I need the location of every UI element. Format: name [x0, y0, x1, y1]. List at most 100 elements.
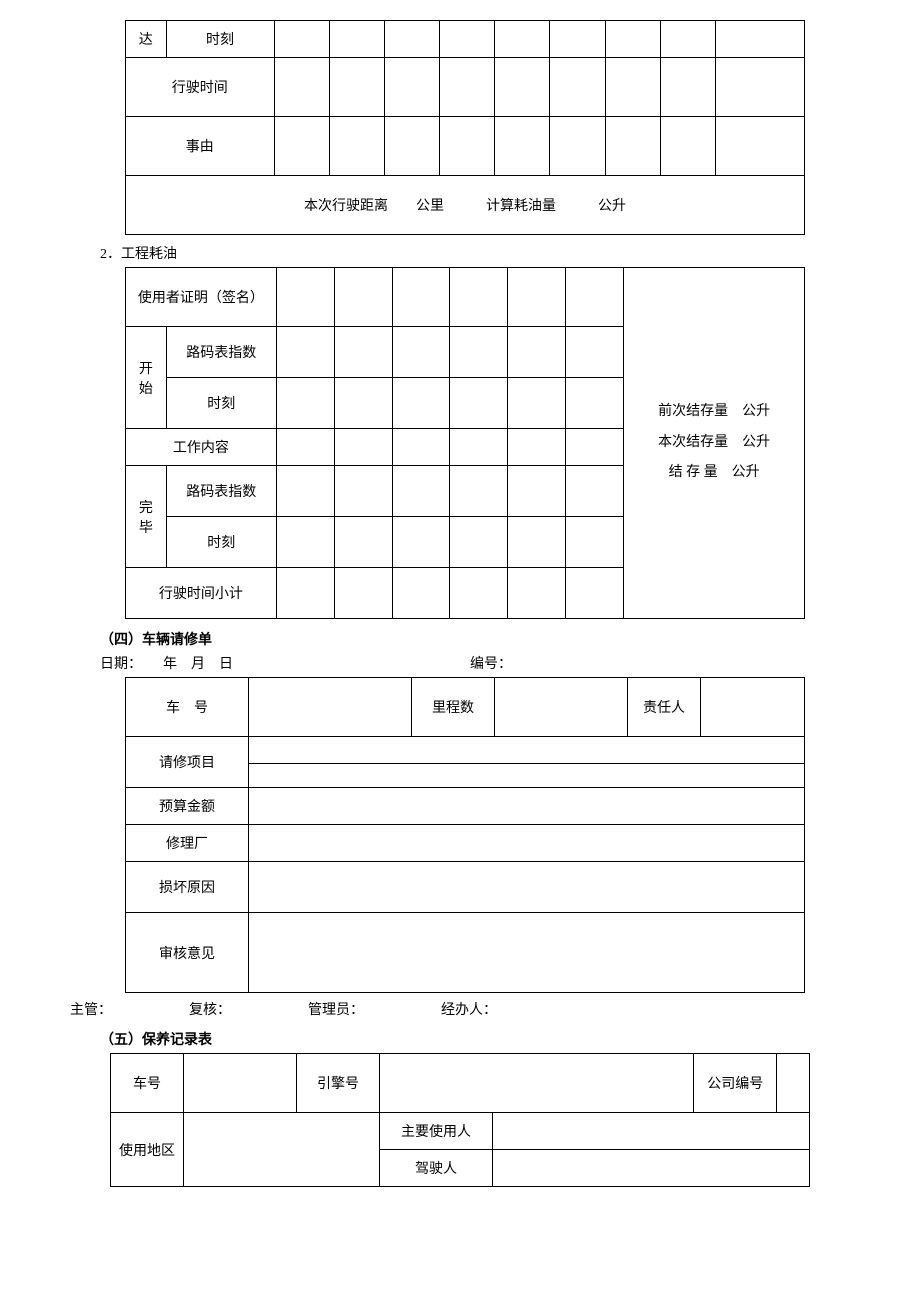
- xingshi-shijian-label: 行驶时间: [126, 58, 275, 117]
- section4-heading: （五）保养记录表: [100, 1029, 850, 1049]
- shenhe-value[interactable]: [249, 913, 805, 993]
- cell[interactable]: [450, 378, 508, 429]
- cell[interactable]: [392, 517, 450, 568]
- cell[interactable]: [276, 268, 334, 327]
- shiyong-diqu-value[interactable]: [184, 1113, 380, 1187]
- cell[interactable]: [276, 568, 334, 619]
- cell[interactable]: [508, 466, 566, 517]
- cell[interactable]: [566, 466, 624, 517]
- cell[interactable]: [508, 268, 566, 327]
- cell[interactable]: [566, 327, 624, 378]
- cell[interactable]: [276, 517, 334, 568]
- summary-row: 本次行驶距离 公里 计算耗油量 公升: [126, 176, 805, 235]
- cell[interactable]: [716, 21, 805, 58]
- shiyong-diqu-label: 使用地区: [111, 1113, 184, 1187]
- cell[interactable]: [716, 58, 805, 117]
- cell[interactable]: [660, 117, 715, 176]
- cell[interactable]: [450, 429, 508, 466]
- cell[interactable]: [276, 378, 334, 429]
- cell[interactable]: [274, 117, 329, 176]
- maintenance-table: 车号 引擎号 公司编号 使用地区 主要使用人 驾驶人: [110, 1053, 810, 1187]
- cell[interactable]: [329, 58, 384, 117]
- cell[interactable]: [495, 117, 550, 176]
- cell[interactable]: [334, 466, 392, 517]
- cell[interactable]: [605, 117, 660, 176]
- cell[interactable]: [392, 568, 450, 619]
- cell[interactable]: [329, 21, 384, 58]
- cell[interactable]: [276, 327, 334, 378]
- cell[interactable]: [450, 327, 508, 378]
- cell[interactable]: [566, 568, 624, 619]
- cell[interactable]: [440, 21, 495, 58]
- cell[interactable]: [508, 327, 566, 378]
- cell[interactable]: [508, 568, 566, 619]
- sunhuai-value[interactable]: [249, 862, 805, 913]
- cell[interactable]: [276, 466, 334, 517]
- cell[interactable]: [276, 429, 334, 466]
- cell[interactable]: [566, 378, 624, 429]
- yusuan-value[interactable]: [249, 788, 805, 825]
- section2-label: 2．工程耗油: [100, 243, 850, 263]
- cell[interactable]: [274, 58, 329, 117]
- cell[interactable]: [334, 268, 392, 327]
- cell[interactable]: [384, 21, 439, 58]
- cell[interactable]: [508, 429, 566, 466]
- kaishi-label: 开始: [126, 327, 167, 429]
- cell[interactable]: [508, 378, 566, 429]
- cell[interactable]: [566, 429, 624, 466]
- cell[interactable]: [450, 517, 508, 568]
- cell[interactable]: [450, 466, 508, 517]
- cell[interactable]: [384, 117, 439, 176]
- cell[interactable]: [716, 117, 805, 176]
- cell[interactable]: [605, 58, 660, 117]
- cell[interactable]: [660, 21, 715, 58]
- cell[interactable]: [329, 117, 384, 176]
- xiulichang-value[interactable]: [249, 825, 805, 862]
- cell[interactable]: [392, 268, 450, 327]
- cell[interactable]: [440, 117, 495, 176]
- zhuyao-shiyongren-label: 主要使用人: [380, 1113, 493, 1150]
- cell[interactable]: [550, 117, 605, 176]
- cell[interactable]: [660, 58, 715, 117]
- yinqing-label: 引擎号: [297, 1054, 380, 1113]
- date-bianhao-line: 日期： 年 月 日 编号：: [100, 653, 850, 673]
- cell[interactable]: [334, 378, 392, 429]
- this-stock: 本次结存量 公升: [636, 428, 792, 459]
- luma-label: 路码表指数: [166, 327, 276, 378]
- cell[interactable]: [550, 21, 605, 58]
- zerenren-value[interactable]: [701, 678, 805, 737]
- qingxiu-line1[interactable]: [249, 743, 804, 764]
- cell[interactable]: [334, 568, 392, 619]
- cell[interactable]: [392, 466, 450, 517]
- yinqing-value[interactable]: [380, 1054, 694, 1113]
- cell[interactable]: [550, 58, 605, 117]
- cell[interactable]: [495, 21, 550, 58]
- cell[interactable]: [334, 429, 392, 466]
- cell[interactable]: [392, 327, 450, 378]
- jiashiren-value[interactable]: [493, 1150, 810, 1187]
- cell[interactable]: [384, 58, 439, 117]
- cell[interactable]: [392, 378, 450, 429]
- lichengshu-value[interactable]: [495, 678, 628, 737]
- cell[interactable]: [450, 268, 508, 327]
- chehao-value[interactable]: [184, 1054, 297, 1113]
- gongsi-bianhao-value[interactable]: [777, 1054, 810, 1113]
- wanbi-label: 完毕: [126, 466, 167, 568]
- chehao-value[interactable]: [249, 678, 412, 737]
- section3-heading: （四）车辆请修单: [100, 629, 850, 649]
- cell[interactable]: [440, 58, 495, 117]
- cell[interactable]: [508, 517, 566, 568]
- qingxiu-line2[interactable]: [249, 764, 804, 782]
- cell[interactable]: [495, 58, 550, 117]
- cell[interactable]: [392, 429, 450, 466]
- xiaoji-label: 行驶时间小计: [126, 568, 277, 619]
- cell[interactable]: [274, 21, 329, 58]
- cell[interactable]: [334, 517, 392, 568]
- zhuyao-shiyongren-value[interactable]: [493, 1113, 810, 1150]
- cell[interactable]: [566, 268, 624, 327]
- cell[interactable]: [605, 21, 660, 58]
- cell[interactable]: [450, 568, 508, 619]
- cell[interactable]: [566, 517, 624, 568]
- bianhao-label: 编号：: [470, 657, 512, 672]
- cell[interactable]: [334, 327, 392, 378]
